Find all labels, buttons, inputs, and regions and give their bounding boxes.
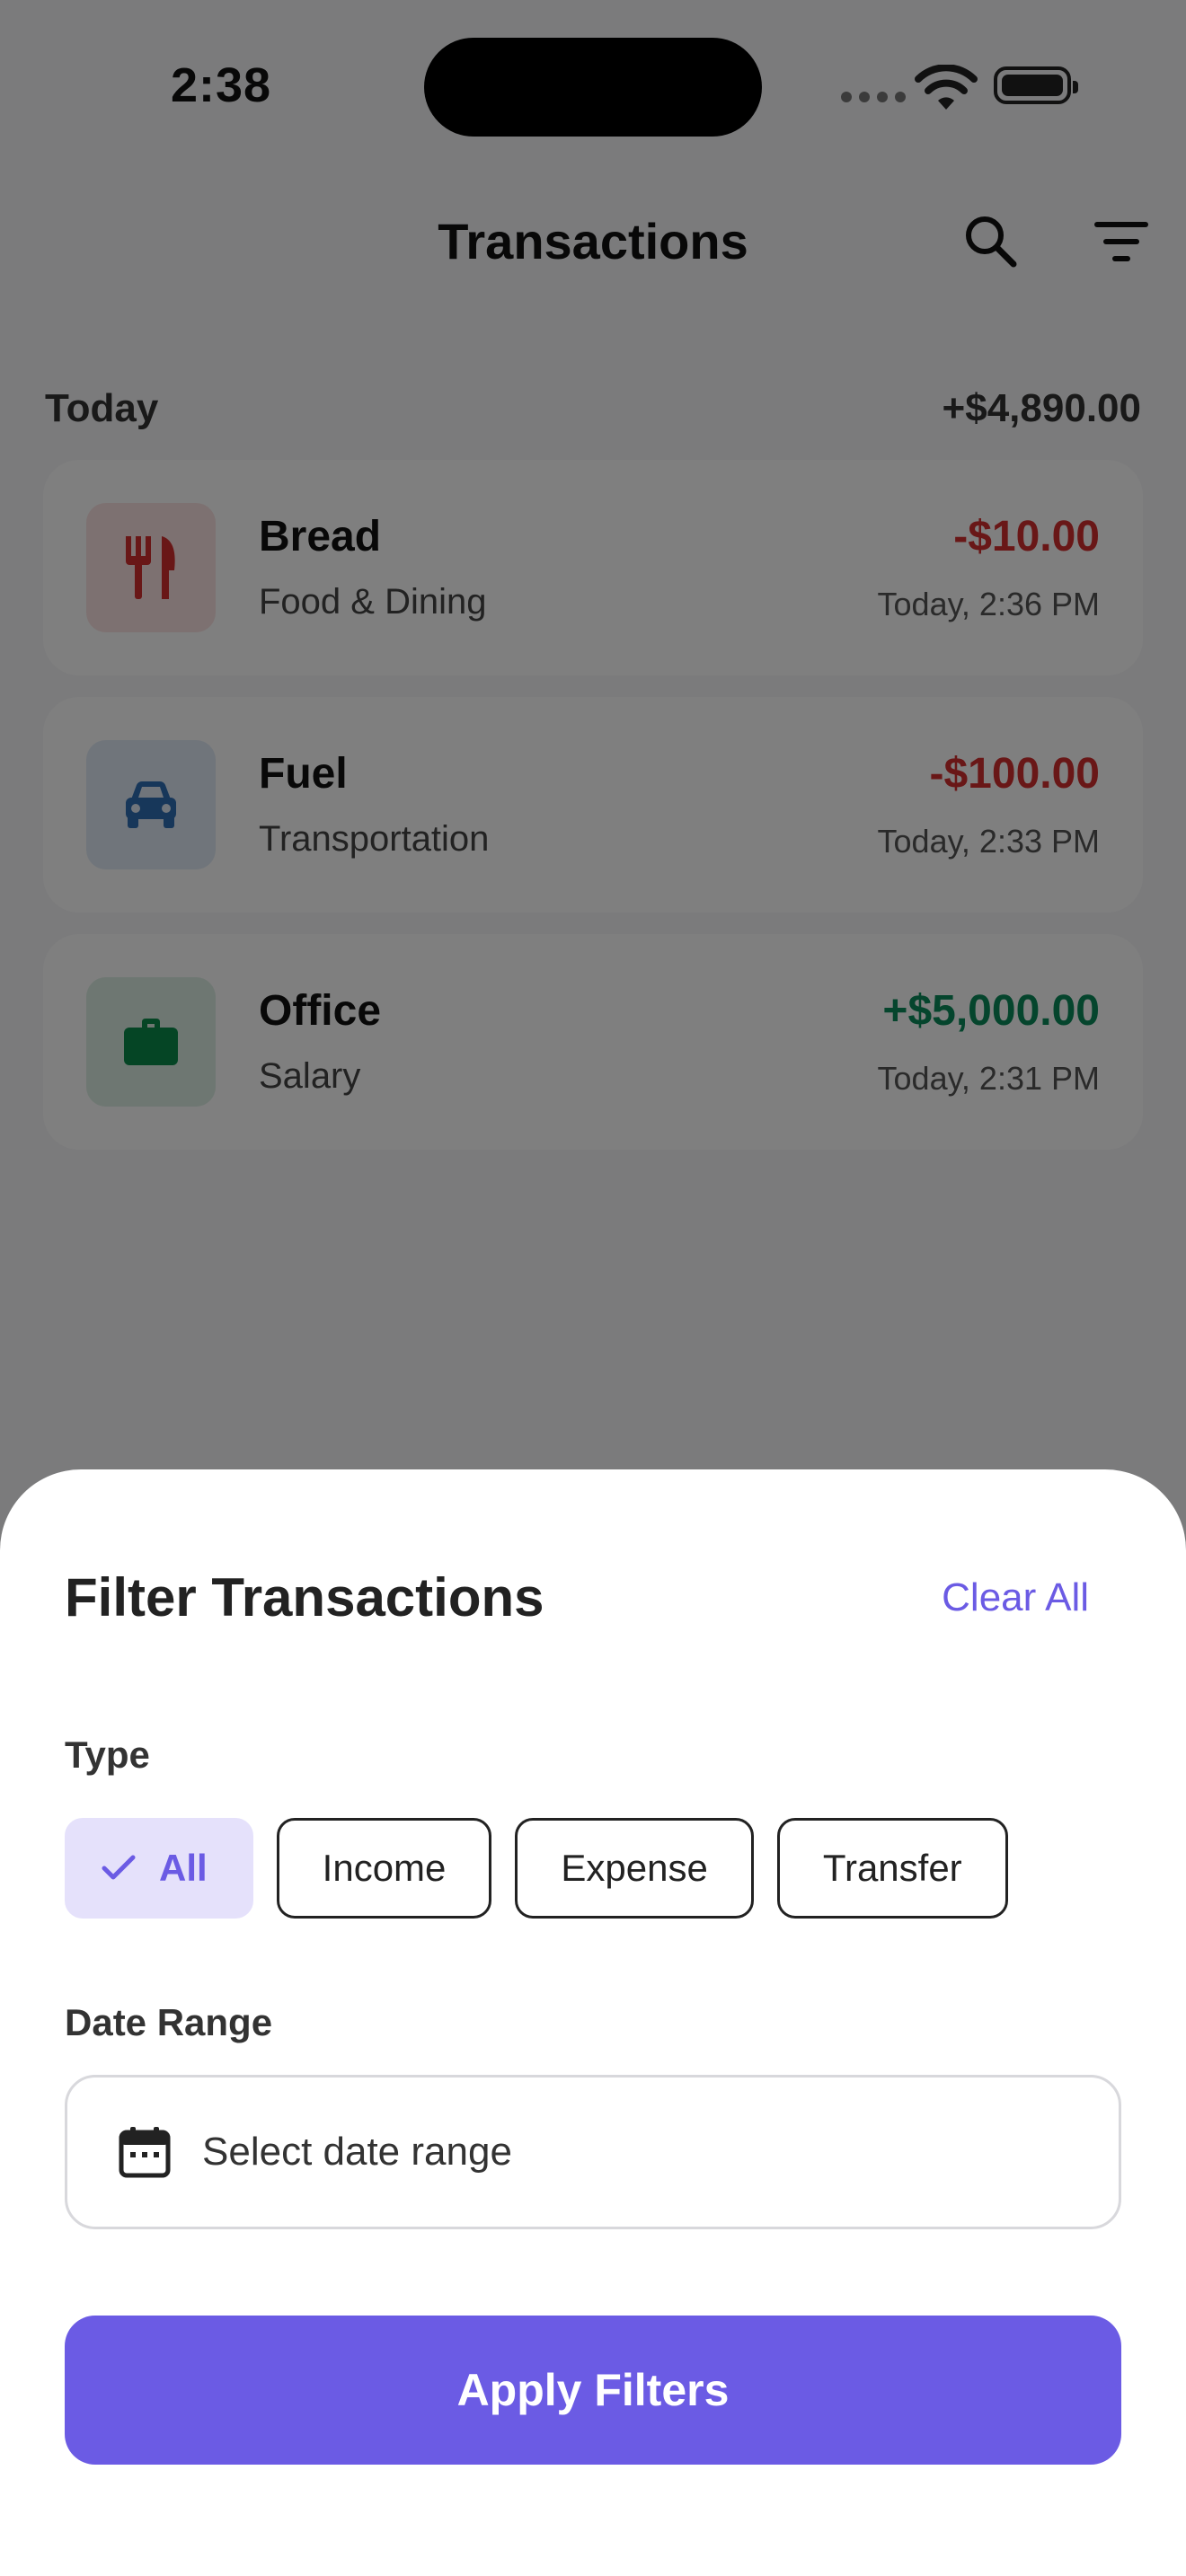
clear-all-button[interactable]: Clear All bbox=[942, 1575, 1089, 1620]
calendar-icon bbox=[119, 2127, 171, 2178]
date-range-label: Date Range bbox=[65, 2001, 273, 2043]
chip-label: Income bbox=[322, 1847, 447, 1889]
check-icon bbox=[102, 1855, 136, 1880]
type-chip-group: All Income Expense Transfer bbox=[65, 1818, 1008, 1919]
apply-filters-button[interactable]: Apply Filters bbox=[65, 2316, 1121, 2465]
chip-label: Expense bbox=[561, 1847, 708, 1889]
filter-sheet: Filter Transactions Clear All Type All I… bbox=[0, 1469, 1186, 2576]
date-range-picker[interactable]: Select date range bbox=[65, 2075, 1121, 2229]
sheet-title: Filter Transactions bbox=[65, 1567, 544, 1628]
type-chip-all[interactable]: All bbox=[65, 1818, 253, 1919]
type-chip-expense[interactable]: Expense bbox=[515, 1818, 754, 1919]
type-label: Type bbox=[65, 1734, 150, 1776]
chip-label: Transfer bbox=[822, 1847, 962, 1889]
chip-label: All bbox=[159, 1847, 208, 1889]
type-chip-income[interactable]: Income bbox=[276, 1818, 492, 1919]
date-range-placeholder: Select date range bbox=[202, 2130, 512, 2174]
type-chip-transfer[interactable]: Transfer bbox=[776, 1818, 1008, 1919]
